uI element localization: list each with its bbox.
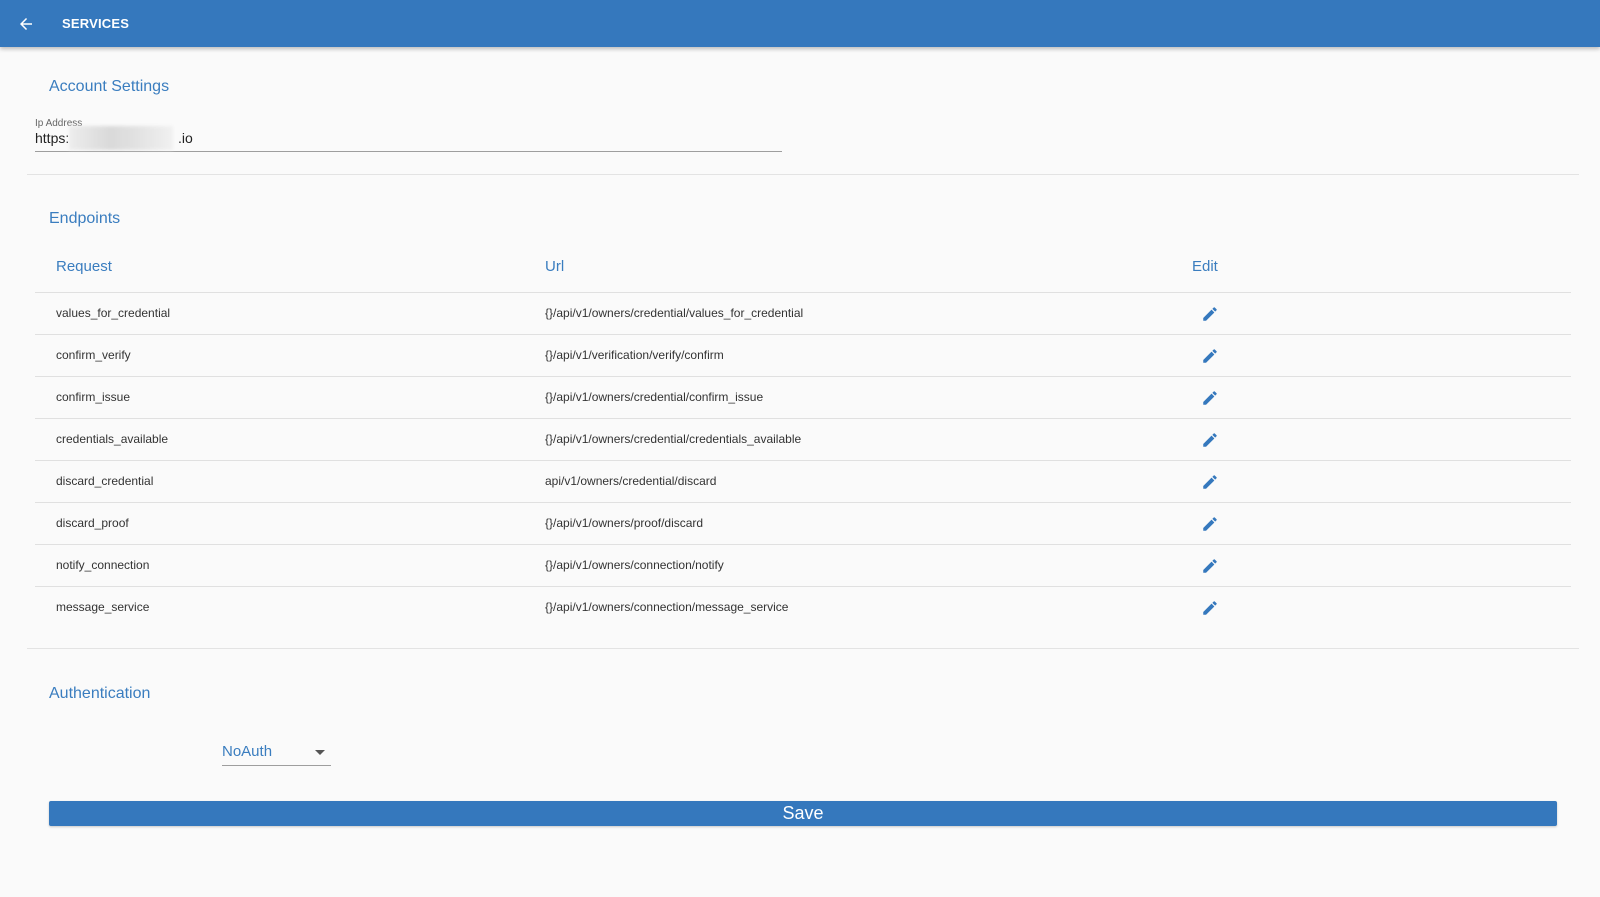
edit-button[interactable] <box>1199 429 1221 451</box>
edit-button[interactable] <box>1199 387 1221 409</box>
edit-button[interactable] <box>1199 597 1221 619</box>
column-header-url: Url <box>545 258 565 275</box>
pencil-icon <box>1203 475 1217 489</box>
table-header: Request Url Edit <box>35 245 1571 293</box>
request-url: {}/api/v1/owners/credential/values_for_c… <box>545 306 804 320</box>
authentication-heading: Authentication <box>49 685 151 702</box>
request-name: confirm_issue <box>56 390 131 404</box>
section-divider <box>27 174 1579 175</box>
pencil-icon <box>1203 307 1217 321</box>
request-name: confirm_verify <box>56 348 131 362</box>
request-url: {}/api/v1/owners/credential/confirm_issu… <box>545 390 764 404</box>
request-url: api/v1/owners/credential/discard <box>545 474 717 488</box>
page-title: SERVICES <box>62 16 130 31</box>
request-url: {}/api/v1/verification/verify/confirm <box>545 348 724 362</box>
pencil-icon <box>1203 601 1217 615</box>
caret-down-icon <box>315 750 325 755</box>
request-name: values_for_credential <box>56 306 171 320</box>
edit-button[interactable] <box>1199 345 1221 367</box>
pencil-icon <box>1203 391 1217 405</box>
ip-address-input[interactable]: https: .io <box>35 126 782 152</box>
pencil-icon <box>1203 433 1217 447</box>
ip-address-suffix: .io <box>178 130 193 146</box>
table-row: confirm_verify {}/api/v1/verification/ver… <box>35 335 1571 377</box>
edit-button[interactable] <box>1199 513 1221 535</box>
back-button[interactable] <box>14 12 38 36</box>
request-name: message_service <box>56 600 150 614</box>
request-url: {}/api/v1/owners/connection/message_serv… <box>545 600 789 614</box>
table-row: discard_credential api/v1/owners/credenti… <box>35 461 1571 503</box>
request-url: {}/api/v1/owners/proof/discard <box>545 516 704 530</box>
table-row: values_for_credential {}/api/v1/owners/cr… <box>35 293 1571 335</box>
edit-button[interactable] <box>1199 471 1221 493</box>
request-name: credentials_available <box>56 432 169 446</box>
ip-address-prefix: https: <box>35 130 70 146</box>
column-header-edit: Edit <box>1192 258 1218 275</box>
table-row: notify_connection {}/api/v1/owners/connec… <box>35 545 1571 587</box>
edit-button[interactable] <box>1199 303 1221 325</box>
account-settings-heading: Account Settings <box>49 78 170 95</box>
pencil-icon <box>1203 517 1217 531</box>
auth-type-selected: NoAuth <box>222 743 273 760</box>
request-name: discard_proof <box>56 516 129 530</box>
request-url: {}/api/v1/owners/connection/notify <box>545 558 724 572</box>
redacted-region <box>69 126 173 150</box>
endpoints-heading: Endpoints <box>49 210 121 227</box>
pencil-icon <box>1203 349 1217 363</box>
request-name: notify_connection <box>56 558 150 572</box>
table-row: credentials_available {}/api/v1/owners/cr… <box>35 419 1571 461</box>
table-row: confirm_issue {}/api/v1/owners/credential… <box>35 377 1571 419</box>
table-row: discard_proof {}/api/v1/owners/proof/disc… <box>35 503 1571 545</box>
request-name: discard_credential <box>56 474 154 488</box>
edit-button[interactable] <box>1199 555 1221 577</box>
section-divider <box>27 648 1579 649</box>
request-url: {}/api/v1/owners/credential/credentials_… <box>545 432 802 446</box>
pencil-icon <box>1203 559 1217 573</box>
auth-type-select[interactable]: NoAuth <box>222 739 331 766</box>
save-button[interactable]: Save <box>49 801 1557 826</box>
endpoints-table: Request Url Edit values_for_credential {}… <box>35 245 1571 628</box>
column-header-request: Request <box>56 258 112 275</box>
table-row: message_service {}/api/v1/owners/connecti… <box>35 587 1571 628</box>
arrow-left-icon <box>20 18 32 30</box>
app-bar: SERVICES <box>0 0 1600 47</box>
